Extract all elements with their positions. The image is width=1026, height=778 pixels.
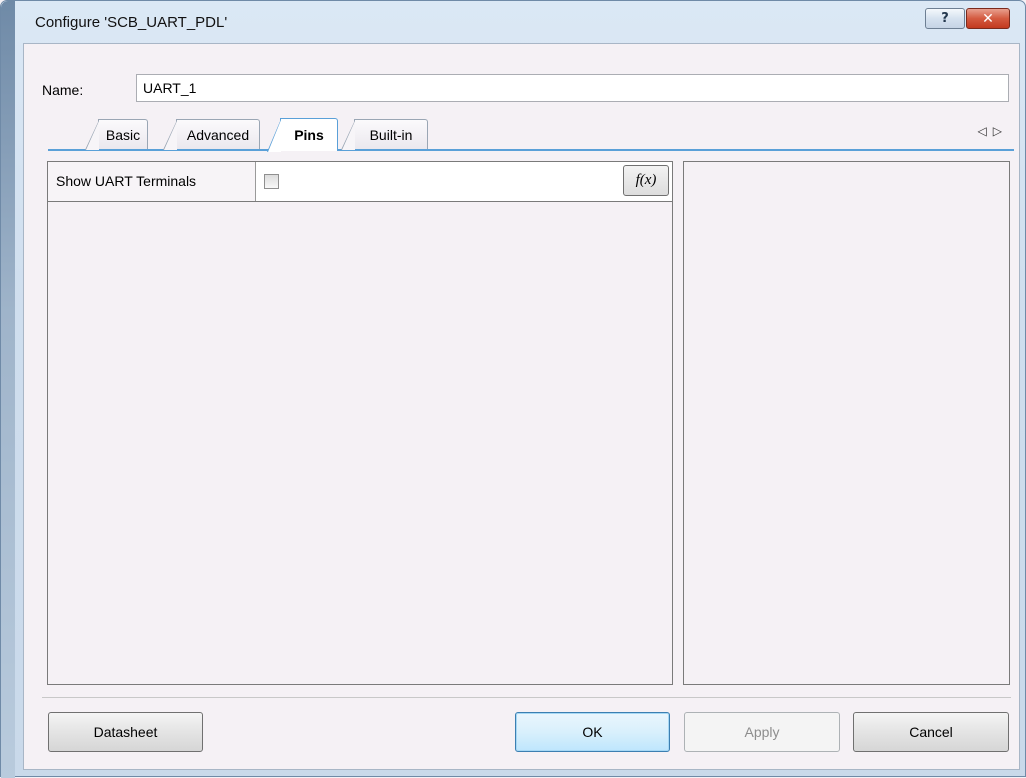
tab-basic-label: Basic — [105, 126, 141, 143]
tab-strip: Basic Advanced Pins Built-in ◁▷ — [48, 116, 1014, 152]
configure-dialog: Configure 'SCB_UART_PDL' ? ✕ Name: Basic… — [0, 0, 1026, 778]
apply-button[interactable]: Apply — [684, 712, 840, 752]
dialog-body: Name: Basic Advanced Pins Built-in ◁▷ Sh… — [23, 43, 1020, 770]
tab-scroll-right-icon[interactable]: ▷ — [993, 124, 1008, 138]
property-grid: Show UART Terminals f(x) — [47, 161, 673, 685]
name-label: Name: — [42, 82, 84, 98]
title-bar[interactable]: Configure 'SCB_UART_PDL' ? ✕ — [15, 1, 1025, 43]
ok-button[interactable]: OK — [515, 712, 670, 752]
tab-built-in[interactable]: Built-in — [341, 119, 428, 150]
close-icon: ✕ — [982, 10, 994, 27]
help-button[interactable]: ? — [925, 8, 965, 29]
tab-advanced-label: Advanced — [186, 126, 250, 143]
tab-basic[interactable]: Basic — [85, 119, 148, 150]
property-row-show-uart-terminals: Show UART Terminals f(x) — [48, 162, 672, 202]
datasheet-button[interactable]: Datasheet — [48, 712, 203, 752]
fx-button[interactable]: f(x) — [623, 165, 669, 196]
window-frame-edge — [1, 1, 15, 778]
close-button[interactable]: ✕ — [966, 8, 1010, 29]
cancel-button[interactable]: Cancel — [853, 712, 1009, 752]
description-panel — [683, 161, 1010, 685]
tab-advanced[interactable]: Advanced — [163, 119, 260, 150]
button-separator — [42, 697, 1011, 698]
property-label: Show UART Terminals — [48, 162, 256, 201]
tab-built-in-label: Built-in — [369, 126, 413, 143]
help-icon: ? — [941, 11, 949, 26]
name-input[interactable] — [136, 74, 1009, 102]
tab-scroll-arrows: ◁▷ — [978, 124, 1008, 138]
window-title: Configure 'SCB_UART_PDL' — [35, 14, 228, 31]
show-uart-terminals-checkbox[interactable] — [264, 174, 279, 189]
tab-scroll-left-icon[interactable]: ◁ — [978, 124, 993, 138]
tab-pins[interactable]: Pins — [267, 118, 338, 152]
tab-pins-label: Pins — [294, 127, 324, 143]
tab-underline — [48, 149, 1014, 151]
